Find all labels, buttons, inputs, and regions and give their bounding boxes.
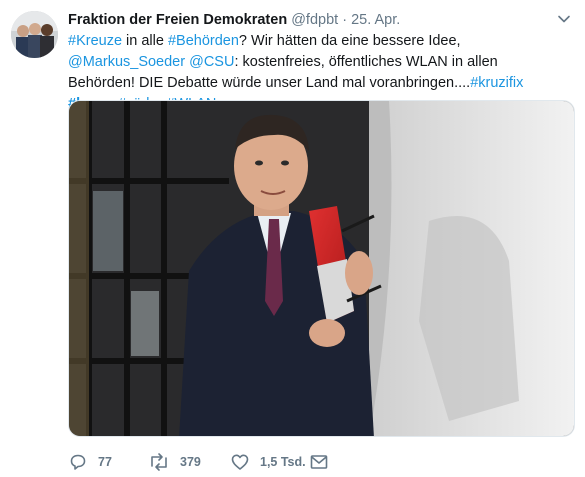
retweet-icon xyxy=(151,453,167,471)
author-handle[interactable]: @fdpbt xyxy=(291,12,338,28)
hashtag-link[interactable]: #kruzifix xyxy=(470,75,523,91)
chevron-down-icon[interactable] xyxy=(557,12,571,26)
mention-link[interactable]: @Markus_Soeder xyxy=(68,54,185,70)
reply-icon xyxy=(70,454,86,470)
retweet-count: 379 xyxy=(180,455,201,469)
reply-count: 77 xyxy=(98,455,112,469)
avatar[interactable] xyxy=(11,11,58,58)
like-button[interactable]: 1,5 Tsd. xyxy=(230,450,306,474)
dm-button[interactable] xyxy=(309,450,329,474)
tweet-image[interactable] xyxy=(68,100,575,437)
tweet-text-segment: ? Wir hätten da eine bessere Idee, xyxy=(238,33,461,49)
reply-button[interactable]: 77 xyxy=(68,450,112,474)
tweet-text-segment: in alle xyxy=(122,33,168,49)
author-name[interactable]: Fraktion der Freien Demokraten xyxy=(68,12,287,28)
retweet-button[interactable]: 379 xyxy=(148,450,201,474)
tweet-actions: 77 379 1,5 Tsd. xyxy=(68,450,368,474)
separator-dot: · xyxy=(342,12,348,28)
tweet-header: Fraktion der Freien Demokraten @fdpbt · … xyxy=(68,11,400,29)
tweet-date[interactable]: 25. Apr. xyxy=(351,12,400,28)
hashtag-link[interactable]: #Behörden xyxy=(168,33,239,49)
avatar-photo xyxy=(11,11,58,58)
envelope-icon xyxy=(310,455,328,469)
heart-icon xyxy=(231,454,249,470)
like-count: 1,5 Tsd. xyxy=(260,455,306,469)
photo-man-with-router xyxy=(69,101,574,436)
mention-link[interactable]: @CSU xyxy=(189,54,234,70)
hashtag-link[interactable]: #Kreuze xyxy=(68,33,122,49)
